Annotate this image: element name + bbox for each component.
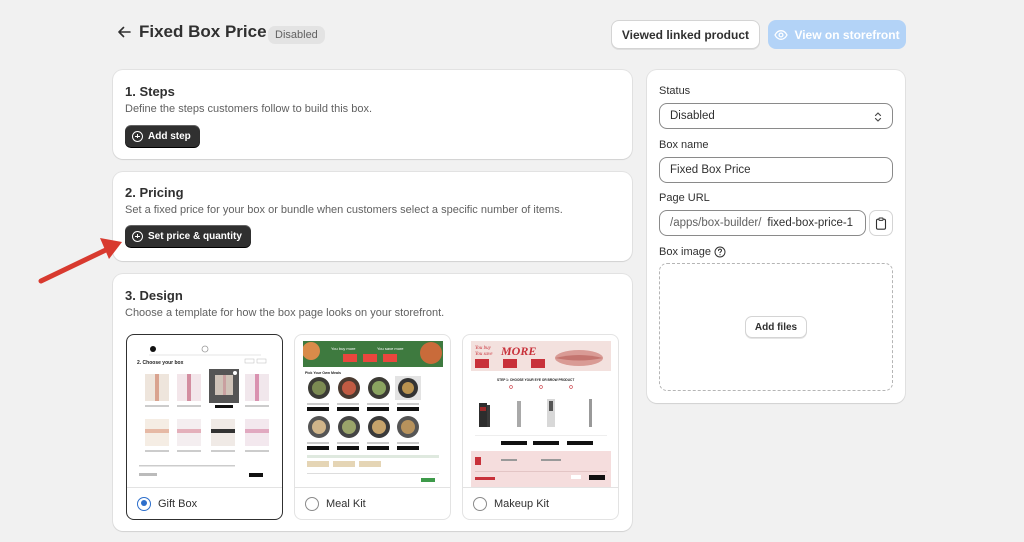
design-card: 3. Design Choose a template for how the …: [113, 274, 632, 531]
template-makeup-kit[interactable]: You buy You save MORE STEP 1: CHOOSE YOU…: [462, 334, 619, 520]
box-name-input[interactable]: Fixed Box Price: [659, 157, 893, 183]
meal-kit-preview: You buy more You save more Pick Your Own…: [303, 341, 443, 487]
pricing-card: 2. Pricing Set a fixed price for your bo…: [113, 172, 632, 261]
pricing-description: Set a fixed price for your box or bundle…: [125, 204, 563, 216]
plus-circle-icon: [132, 230, 143, 242]
pricing-title: 2. Pricing: [125, 185, 184, 200]
status-label: Status: [659, 85, 691, 97]
makeup-kit-radio[interactable]: [473, 496, 487, 511]
settings-sidebar: Status Disabled Box name Fixed Box Price…: [647, 70, 905, 403]
steps-title: 1. Steps: [125, 84, 175, 99]
design-description: Choose a template for how the box page l…: [125, 307, 445, 319]
meal-kit-label: Meal Kit: [326, 497, 366, 510]
makeup-kit-label: Makeup Kit: [494, 497, 550, 510]
gift-box-radio[interactable]: [137, 496, 151, 511]
help-circle-icon[interactable]: [714, 246, 726, 258]
template-makeup-kit-footer[interactable]: Makeup Kit: [463, 487, 618, 519]
gift-box-label: Gift Box: [158, 497, 198, 510]
page-url-label: Page URL: [659, 192, 710, 204]
page-title: Fixed Box Price: [139, 22, 267, 41]
meal-thumb-heading: Pick Your Own Meals: [305, 371, 341, 375]
add-step-button[interactable]: Add step: [125, 125, 200, 147]
view-on-storefront-button[interactable]: View on storefront: [768, 20, 906, 49]
makeup-thumb-heading: STEP 1: CHOOSE YOUR EYE OR BROW PRODUCT: [497, 378, 574, 382]
gift-thumb-heading: 2. Choose your box: [137, 360, 184, 366]
box-image-label-text: Box image: [659, 246, 711, 258]
meal-thumb-banner-left: You buy more: [331, 346, 356, 351]
steps-description: Define the steps customers follow to bui…: [125, 103, 373, 115]
design-title: 3. Design: [125, 288, 183, 303]
add-step-label: Add step: [148, 130, 191, 142]
clipboard-icon: [875, 217, 887, 230]
view-linked-product-button[interactable]: Viewed linked product: [610, 20, 760, 49]
page-header: Fixed Box Price Disabled Viewed linked p…: [116, 18, 906, 50]
set-price-quantity-button[interactable]: Set price & quantity: [125, 225, 251, 247]
steps-card: 1. Steps Define the steps customers foll…: [113, 70, 632, 159]
template-gift-box-footer[interactable]: Gift Box: [127, 487, 282, 519]
meal-thumb-banner-right: You save more: [377, 346, 404, 351]
add-files-button[interactable]: Add files: [744, 316, 808, 338]
chevron-up-down-icon: [874, 112, 882, 122]
box-image-label: Box image: [659, 246, 726, 258]
makeup-thumb-banner-big: MORE: [500, 344, 536, 358]
arrow-left-icon[interactable]: [116, 24, 132, 40]
makeup-thumb-banner-small2: You save: [475, 352, 493, 357]
plus-circle-icon: [132, 130, 143, 142]
image-dropzone[interactable]: Add files: [659, 263, 893, 391]
set-price-label: Set price & quantity: [148, 230, 242, 242]
template-meal-kit[interactable]: You buy more You save more Pick Your Own…: [294, 334, 451, 520]
template-meal-kit-footer[interactable]: Meal Kit: [295, 487, 450, 519]
box-name-label: Box name: [659, 139, 709, 151]
makeup-thumb-banner-small: You buy: [475, 346, 492, 351]
status-badge: Disabled: [268, 26, 325, 44]
page-url-input[interactable]: /apps/box-builder/ fixed-box-price-1: [659, 210, 866, 236]
gift-box-preview: 2. Choose your box: [135, 341, 275, 487]
storefront-button-label: View on storefront: [794, 27, 900, 42]
box-name-value: Fixed Box Price: [670, 164, 751, 176]
page-url-value: fixed-box-price-1: [767, 217, 854, 229]
template-gift-box[interactable]: 2. Choose your box Gift Box: [126, 334, 283, 520]
meal-kit-radio[interactable]: [305, 496, 319, 511]
page-url-prefix: /apps/box-builder/: [670, 217, 762, 229]
status-select[interactable]: Disabled: [659, 103, 893, 129]
copy-url-button[interactable]: [869, 210, 893, 236]
status-select-value: Disabled: [670, 110, 715, 122]
makeup-kit-preview: You buy You save MORE STEP 1: CHOOSE YOU…: [471, 341, 611, 487]
eye-icon: [774, 29, 789, 40]
